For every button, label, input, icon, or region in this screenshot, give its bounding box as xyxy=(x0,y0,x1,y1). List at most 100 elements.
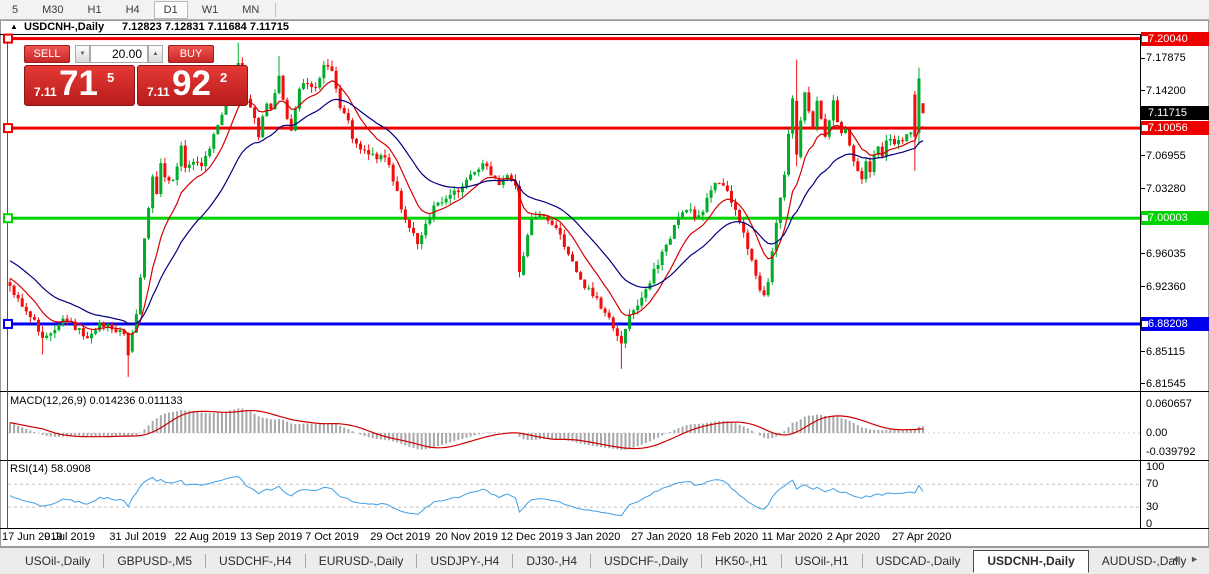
tab-scroll-left-icon[interactable]: ◄ xyxy=(1167,554,1184,564)
rsi-line xyxy=(9,475,924,517)
price-axis-tick xyxy=(1141,155,1145,157)
moving-average-line xyxy=(9,80,924,336)
tab-scroll-arrows: ◄ ► xyxy=(1167,554,1203,564)
symbol-tab-usoil-h1[interactable]: USOil-,H1 xyxy=(782,550,862,572)
symbol-tab-gbpusd-m5[interactable]: GBPUSD-,M5 xyxy=(104,550,205,572)
date-axis-label: 29 Oct 2019 xyxy=(370,531,431,543)
buy-price-big: 92 xyxy=(172,64,211,103)
timeframe-button-w1[interactable]: W1 xyxy=(192,1,229,19)
horizontal-level-line[interactable] xyxy=(8,37,1140,41)
symbol-tab-usdjpy-h4[interactable]: USDJPY-,H4 xyxy=(417,550,512,572)
hline-anchor-marker[interactable] xyxy=(3,33,13,44)
price-axis-label: 7.17875 xyxy=(1146,52,1186,64)
price-axis-tick xyxy=(1141,90,1145,92)
hline-price-chip: 6.88208 xyxy=(1141,316,1209,331)
price-axis-label: 6.81545 xyxy=(1146,377,1186,390)
timeframe-button-m30[interactable]: M30 xyxy=(32,1,73,19)
date-axis-separator xyxy=(0,528,1209,529)
timeframe-button-h4[interactable]: H4 xyxy=(116,1,150,19)
tab-scroll-right-icon[interactable]: ► xyxy=(1186,554,1203,564)
price-axis-label: 7.14200 xyxy=(1146,84,1186,97)
sell-price-prefix: 7.11 xyxy=(34,85,57,99)
symbol-tab-usdcnh-daily[interactable]: USDCNH-,Daily xyxy=(973,549,1089,573)
price-axis-tick xyxy=(1141,351,1145,353)
hline-anchor-marker[interactable] xyxy=(3,123,13,134)
buy-button[interactable]: BUY xyxy=(168,45,214,63)
macd-scale-label: 0.00 xyxy=(1146,427,1168,439)
macd-signal-line xyxy=(9,409,924,450)
timeframe-button-mn[interactable]: MN xyxy=(232,1,269,19)
symbol-tab-usdchf-daily[interactable]: USDCHF-,Daily xyxy=(591,550,701,572)
chart-ohlc-values: 7.12823 7.12831 7.11684 7.11715 xyxy=(122,21,290,33)
hline-price-chip: 7.20040 xyxy=(1141,31,1209,46)
toolbar-divider xyxy=(275,2,277,17)
date-axis-label: 22 Aug 2019 xyxy=(174,531,237,543)
date-axis-label: 27 Apr 2020 xyxy=(892,531,952,543)
rsi-label: RSI(14) 58.0908 xyxy=(10,463,91,475)
horizontal-level-line[interactable] xyxy=(8,322,1140,326)
symbol-tab-hk50-h1[interactable]: HK50-,H1 xyxy=(702,550,781,572)
symbol-tab-usdchf-h4[interactable]: USDCHF-,H4 xyxy=(206,550,305,572)
price-axis-label: 7.06955 xyxy=(1146,149,1186,162)
price-axis-tick xyxy=(1141,253,1145,255)
chart-title-bar: ▲ USDCNH-,Daily 7.12823 7.12831 7.11684 … xyxy=(0,21,1208,34)
sell-price-tile[interactable]: 7.11 71 5 xyxy=(24,64,135,106)
date-axis-label: 13 Sep 2019 xyxy=(239,531,303,543)
rsi-indicator-canvas[interactable] xyxy=(8,461,1140,528)
price-axis-tick xyxy=(1141,188,1145,190)
hline-anchor-marker[interactable] xyxy=(3,213,13,224)
price-axis-label: 6.96035 xyxy=(1146,247,1186,260)
rsi-scale-label: 70 xyxy=(1146,478,1159,491)
macd-label: MACD(12,26,9) 0.014236 0.011133 xyxy=(10,395,183,407)
buy-price-pip: 2 xyxy=(220,70,228,85)
date-axis-label: 12 Dec 2019 xyxy=(500,531,564,543)
volume-input[interactable]: 20.00 xyxy=(90,45,148,63)
price-axis-tick xyxy=(1141,57,1145,59)
date-axis-label: 27 Jan 2020 xyxy=(631,531,692,543)
price-axis-tick xyxy=(1141,383,1145,385)
one-click-trading-widget: SELL ▼ 20.00 ▲ BUY 7.11 71 5 7.11 92 2 xyxy=(24,45,250,106)
symbol-tab-eurusd-daily[interactable]: EURUSD-,Daily xyxy=(306,550,417,572)
trading-platform-window: 5 M30 H1 H4 D1 W1 MN ▲ USDCNH-,Daily 7.12823 7… xyxy=(0,0,1209,574)
price-axis-label: 6.85115 xyxy=(1146,345,1185,358)
timeframe-button-h1[interactable]: H1 xyxy=(78,1,112,19)
timeframe-toolbar: 5 M30 H1 H4 D1 W1 MN xyxy=(0,0,1209,20)
price-axis-label: 6.92360 xyxy=(1146,280,1186,293)
hline-price-chip: 7.10056 xyxy=(1141,121,1209,136)
price-axis-tick xyxy=(1141,286,1145,288)
sell-price-big: 71 xyxy=(59,64,98,103)
date-axis-label: 11 Mar 2020 xyxy=(761,531,823,543)
moving-average-line xyxy=(9,98,924,325)
date-axis-label: 20 Nov 2019 xyxy=(435,531,498,543)
chart-symbol-title: USDCNH-,Daily xyxy=(24,21,105,33)
volume-decrease-button[interactable]: ▼ xyxy=(75,45,90,63)
macd-scale-label: -0.039792 xyxy=(1146,445,1196,458)
buy-price-prefix: 7.11 xyxy=(147,85,170,99)
date-axis-label: 3 Jan 2020 xyxy=(565,531,621,543)
symbol-tab-usoil-daily[interactable]: USOil-,Daily xyxy=(12,550,103,572)
date-axis-label: 18 Feb 2020 xyxy=(696,531,759,543)
sell-button[interactable]: SELL xyxy=(24,45,70,63)
rsi-scale-label: 100 xyxy=(1146,461,1165,473)
symbol-tab-dj30-h4[interactable]: DJ30-,H4 xyxy=(513,550,590,572)
volume-increase-button[interactable]: ▲ xyxy=(148,45,163,63)
date-axis-label: 7 Oct 2019 xyxy=(305,531,359,543)
collapse-chart-icon[interactable]: ▲ xyxy=(10,22,18,31)
buy-price-tile[interactable]: 7.11 92 2 xyxy=(137,64,248,106)
symbol-tab-usdcad-daily[interactable]: USDCAD-,Daily xyxy=(863,550,974,572)
sell-price-pip: 5 xyxy=(107,70,115,85)
last-price-chip: 7.11715 xyxy=(1141,106,1209,121)
horizontal-level-line[interactable] xyxy=(8,126,1140,130)
date-axis-label: 9 Jul 2019 xyxy=(44,531,95,543)
price-axis-label: 7.03280 xyxy=(1146,182,1186,195)
rsi-scale-label: 0 xyxy=(1146,518,1153,531)
hline-price-chip: 7.00003 xyxy=(1141,211,1209,226)
macd-scale-label: 0.060657 xyxy=(1146,398,1192,411)
hline-anchor-marker[interactable] xyxy=(3,318,13,329)
symbol-tab-bar: USOil-,Daily GBPUSD-,M5 USDCHF-,H4 EURUSD-,… xyxy=(0,547,1209,574)
timeframe-button-d1[interactable]: D1 xyxy=(153,0,188,19)
date-axis-label: 31 Jul 2019 xyxy=(109,531,167,543)
rsi-scale-label: 30 xyxy=(1146,501,1159,514)
date-axis-label: 2 Apr 2020 xyxy=(826,531,881,543)
timeframe-button-5[interactable]: 5 xyxy=(2,1,28,19)
